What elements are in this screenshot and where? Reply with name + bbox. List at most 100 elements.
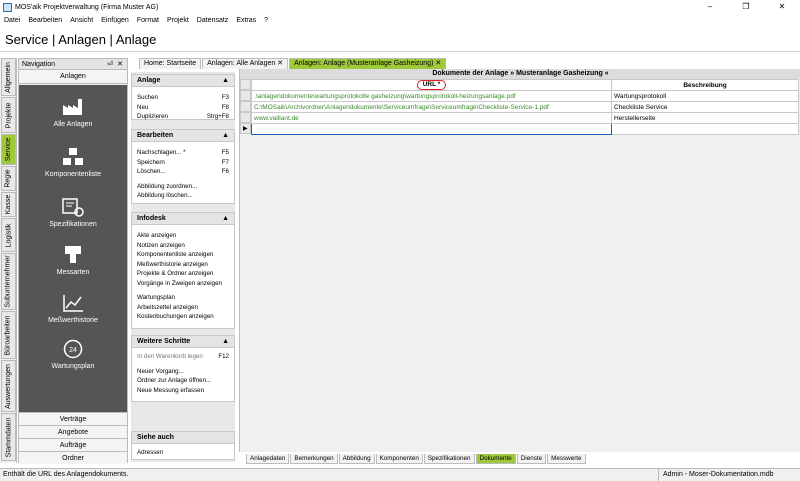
action-arbeitszettel-anzeigen[interactable]: Arbeitszettel anzeigen	[132, 303, 234, 313]
row-header-current[interactable]: ▶	[240, 123, 251, 134]
nav-item-label: Alle Anlagen	[53, 121, 93, 128]
nav-item-messwerthistorie[interactable]: Meßwerthistorie	[19, 293, 127, 324]
action-duplizieren[interactable]: Duplizieren Strg+F8	[132, 112, 234, 122]
action-neue-messung[interactable]: Neue Messung erfassen	[132, 386, 234, 396]
close-icon[interactable]: ✕	[277, 60, 283, 67]
action-neu[interactable]: Neu F8	[132, 103, 234, 113]
action-akte-anzeigen[interactable]: Akte anzeigen	[132, 231, 234, 241]
group-header[interactable]: Bearbeiten ▲	[132, 130, 234, 142]
tab-anlagedaten[interactable]: Anlagedaten	[246, 454, 290, 464]
cell-url-input[interactable]	[251, 123, 612, 135]
tab-abbildung[interactable]: Abbildung	[338, 454, 375, 464]
tab-spezifikationen[interactable]: Spezifikationen	[423, 454, 475, 464]
vtab-stammdaten[interactable]: Stammdaten	[1, 413, 16, 461]
cell-beschreibung[interactable]: Herstellerseite	[611, 112, 799, 124]
cell-url[interactable]: .\anlagendokumente\wartungsprotokolle ga…	[251, 90, 612, 102]
menu-format[interactable]: Format	[133, 17, 163, 24]
nav-item-messarten[interactable]: Messarten	[19, 245, 127, 276]
navigation-category[interactable]: Anlagen	[19, 70, 127, 84]
nav-item-spezifikationen[interactable]: Spezifikationen	[19, 197, 127, 228]
menu-extras[interactable]: Extras	[232, 17, 260, 24]
action-label: Neu	[137, 103, 149, 111]
tab-anlage[interactable]: Anlagen: Anlage (Musteranlage Gasheizung…	[289, 58, 447, 69]
collapse-icon[interactable]: ▲	[222, 213, 229, 225]
vtab-kasse[interactable]: Kasse	[1, 192, 16, 217]
collapse-icon[interactable]: ▲	[222, 130, 229, 142]
action-neuer-vorgang[interactable]: Neuer Vorgang...	[132, 367, 234, 377]
cell-url[interactable]: www.vaillant.de	[251, 112, 612, 124]
menu-ansicht[interactable]: Ansicht	[66, 17, 97, 24]
vtab-regie[interactable]: Regie	[1, 166, 16, 191]
action-wartungsplan[interactable]: Wartungsplan	[132, 293, 234, 303]
action-abbildung-zuordnen[interactable]: Abbildung zuordnen...	[132, 182, 234, 192]
column-header-url[interactable]: URL *	[251, 79, 612, 91]
tab-bemerkungen[interactable]: Bemerkungen	[290, 454, 338, 464]
nav-item-komponentenliste[interactable]: Komponentenliste	[19, 147, 127, 178]
tab-alle-anlagen[interactable]: Anlagen: Alle Anlagen ✕	[202, 58, 289, 69]
table-row-new[interactable]	[251, 123, 799, 135]
action-loeschen[interactable]: Löschen... F6	[132, 167, 234, 177]
cell-beschreibung[interactable]	[611, 123, 799, 135]
nav-item-alle-anlagen[interactable]: Alle Anlagen	[19, 97, 127, 128]
nav-bottom-vertraege[interactable]: Verträge	[19, 412, 127, 425]
action-suchen[interactable]: Suchen F3	[132, 93, 234, 103]
tab-home-startseite[interactable]: Home: Startseite	[139, 58, 202, 69]
vtab-allgemein[interactable]: Allgemein	[1, 58, 16, 96]
row-header[interactable]	[240, 101, 251, 112]
close-button[interactable]: ✕	[764, 0, 800, 14]
maximize-button[interactable]: ❐	[728, 0, 764, 14]
action-adressen[interactable]: Adressen	[132, 448, 234, 458]
cell-url[interactable]: C:\MOSaik\Archivordner\Anlagendokumente\…	[251, 101, 612, 113]
nav-bottom-angebote[interactable]: Angebote	[19, 425, 127, 438]
action-komponentenliste-anzeigen[interactable]: Komponentenliste anzeigen	[132, 250, 234, 260]
tab-komponenten[interactable]: Komponenten	[375, 454, 423, 464]
nav-item-wartungsplan[interactable]: 24 Wartungsplan	[19, 339, 127, 370]
table-row[interactable]: www.vaillant.de Herstellerseite	[251, 112, 799, 124]
nav-bottom-ordner[interactable]: Ordner	[19, 451, 127, 464]
vtab-logistik[interactable]: Logistik	[1, 218, 16, 252]
menu-help[interactable]: ?	[260, 17, 272, 24]
action-abbildung-loeschen[interactable]: Abbildung löschen...	[132, 191, 234, 201]
vtab-auswertungen[interactable]: Auswertungen	[1, 360, 16, 412]
row-header[interactable]	[240, 90, 251, 101]
nav-bottom-auftraege[interactable]: Aufträge	[19, 438, 127, 451]
tab-messwerte[interactable]: Messwerte	[547, 454, 586, 464]
action-speichern[interactable]: Speichern F7	[132, 158, 234, 168]
pin-icon[interactable]: ⏎	[107, 59, 113, 70]
action-projekte-ordner-anzeigen[interactable]: Projekte & Ordner anzeigen	[132, 269, 234, 279]
menu-datensatz[interactable]: Datensatz	[193, 17, 233, 24]
table-row[interactable]: C:\MOSaik\Archivordner\Anlagendokumente\…	[251, 101, 799, 113]
vtab-label: Logistik	[5, 223, 13, 247]
vtab-service[interactable]: Service	[1, 134, 16, 165]
close-icon[interactable]: ✕	[435, 60, 441, 67]
menu-einfuegen[interactable]: Einfügen	[97, 17, 133, 24]
vtab-bueroarbeiten[interactable]: Büroarbeiten	[1, 311, 16, 359]
group-header[interactable]: Weitere Schritte ▲	[132, 336, 234, 348]
table-row[interactable]: .\anlagendokumente\wartungsprotokolle ga…	[251, 90, 799, 102]
group-header[interactable]: Anlage ▲	[132, 75, 234, 87]
action-label: Abbildung löschen...	[137, 192, 193, 199]
action-notizen-anzeigen[interactable]: Notizen anzeigen	[132, 241, 234, 251]
vtab-subunternehmer[interactable]: Subunternehmer	[1, 253, 16, 310]
action-ordner-oeffnen[interactable]: Ordner zur Anlage öffnen...	[132, 376, 234, 386]
cell-beschreibung[interactable]: Checkliste Service	[611, 101, 799, 113]
row-header[interactable]	[240, 112, 251, 123]
collapse-icon[interactable]: ▲	[222, 75, 229, 87]
group-header[interactable]: Siehe auch	[132, 432, 234, 444]
cell-beschreibung[interactable]: Wartungsprotokoll	[611, 90, 799, 102]
minimize-button[interactable]: –	[692, 0, 728, 14]
action-kostenbuchungen-anzeigen[interactable]: Kostenbuchungen anzeigen	[132, 312, 234, 322]
tab-dienste[interactable]: Dienste	[516, 454, 547, 464]
group-header[interactable]: Infodesk ▲	[132, 213, 234, 225]
collapse-icon[interactable]: ▲	[222, 336, 229, 348]
action-messwerthistorie-anzeigen[interactable]: Meßwerthistorie anzeigen	[132, 260, 234, 270]
tab-dokumente[interactable]: Dokumente	[475, 454, 516, 464]
action-vorgaenge-zweigen-anzeigen[interactable]: Vorgänge in Zweigen anzeigen	[132, 279, 234, 289]
menu-projekt[interactable]: Projekt	[163, 17, 193, 24]
vtab-projekte[interactable]: Projekte	[1, 97, 16, 133]
close-icon[interactable]: ✕	[117, 59, 123, 70]
action-nachschlagen[interactable]: Nachschlagen... * F5	[132, 148, 234, 158]
menu-bearbeiten[interactable]: Bearbeiten	[24, 17, 66, 24]
column-header-beschreibung[interactable]: Beschreibung	[611, 79, 799, 91]
menu-datei[interactable]: Datei	[0, 17, 24, 24]
